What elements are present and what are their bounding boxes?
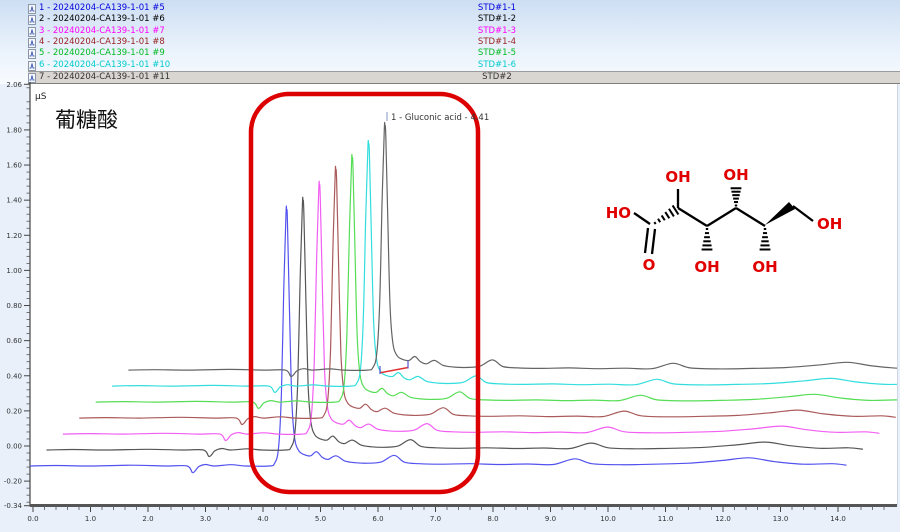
svg-text:1.00: 1.00 bbox=[6, 267, 22, 275]
annotation-text: 葡糖酸 bbox=[55, 108, 118, 132]
bond bbox=[707, 208, 736, 226]
svg-text:4.0: 4.0 bbox=[257, 515, 268, 523]
chromatography-software-window: 1 - 20240204-CA139-1-01 #5STD#1-12 - 202… bbox=[0, 0, 900, 532]
svg-text:2.06: 2.06 bbox=[6, 81, 22, 89]
gluconic-acid-structure: HO O OH OH OH OH OH bbox=[598, 152, 893, 282]
bond bbox=[634, 213, 650, 224]
svg-text:-0.34: -0.34 bbox=[4, 502, 23, 510]
svg-text:0.0: 0.0 bbox=[27, 515, 38, 523]
svg-text:2.0: 2.0 bbox=[142, 515, 153, 523]
svg-text:12.0: 12.0 bbox=[715, 515, 731, 523]
svg-text:-0.20: -0.20 bbox=[4, 478, 22, 486]
bond bbox=[678, 208, 707, 226]
atom-label: O bbox=[643, 256, 656, 274]
svg-text:3.0: 3.0 bbox=[200, 515, 211, 523]
bond bbox=[793, 206, 813, 221]
hashed-wedge-bond bbox=[665, 212, 669, 218]
svg-text:1.60: 1.60 bbox=[6, 162, 22, 170]
svg-text:0.80: 0.80 bbox=[6, 302, 22, 310]
svg-text:0.00: 0.00 bbox=[6, 443, 22, 451]
svg-text:0.60: 0.60 bbox=[6, 337, 22, 345]
peak-label: 1 - Gluconic acid - 4.41 bbox=[391, 113, 489, 123]
svg-text:5.0: 5.0 bbox=[315, 515, 326, 523]
atom-label: OH bbox=[665, 168, 690, 186]
solid-wedge-bond bbox=[765, 202, 795, 225]
svg-text:14.0: 14.0 bbox=[830, 515, 846, 523]
atom-label: OH bbox=[723, 166, 748, 184]
svg-text:1.20: 1.20 bbox=[6, 232, 22, 240]
svg-text:6.0: 6.0 bbox=[372, 515, 383, 523]
y-unit-label: µS bbox=[35, 92, 47, 102]
bond bbox=[645, 228, 648, 253]
svg-text:8.0: 8.0 bbox=[487, 515, 498, 523]
svg-text:1.40: 1.40 bbox=[6, 197, 22, 205]
svg-text:13.0: 13.0 bbox=[773, 515, 789, 523]
hashed-wedge-bond bbox=[662, 215, 665, 220]
hashed-wedge-bond bbox=[654, 222, 655, 224]
bond bbox=[652, 229, 655, 254]
atom-label: OH bbox=[752, 258, 777, 276]
hashed-wedge-bond bbox=[658, 219, 660, 222]
svg-text:7.0: 7.0 bbox=[430, 515, 441, 523]
bond bbox=[736, 208, 765, 226]
svg-text:11.0: 11.0 bbox=[658, 515, 674, 523]
atom-label: OH bbox=[694, 258, 719, 276]
atom-label: HO bbox=[606, 204, 631, 222]
svg-text:0.40: 0.40 bbox=[6, 372, 22, 380]
svg-text:9.0: 9.0 bbox=[545, 515, 556, 523]
svg-text:1.0: 1.0 bbox=[85, 515, 96, 523]
atom-label: OH bbox=[817, 215, 842, 233]
svg-text:10.0: 10.0 bbox=[600, 515, 616, 523]
svg-text:0.20: 0.20 bbox=[6, 407, 22, 415]
svg-text:1.80: 1.80 bbox=[6, 126, 22, 134]
hashed-wedge-bond bbox=[669, 209, 674, 217]
